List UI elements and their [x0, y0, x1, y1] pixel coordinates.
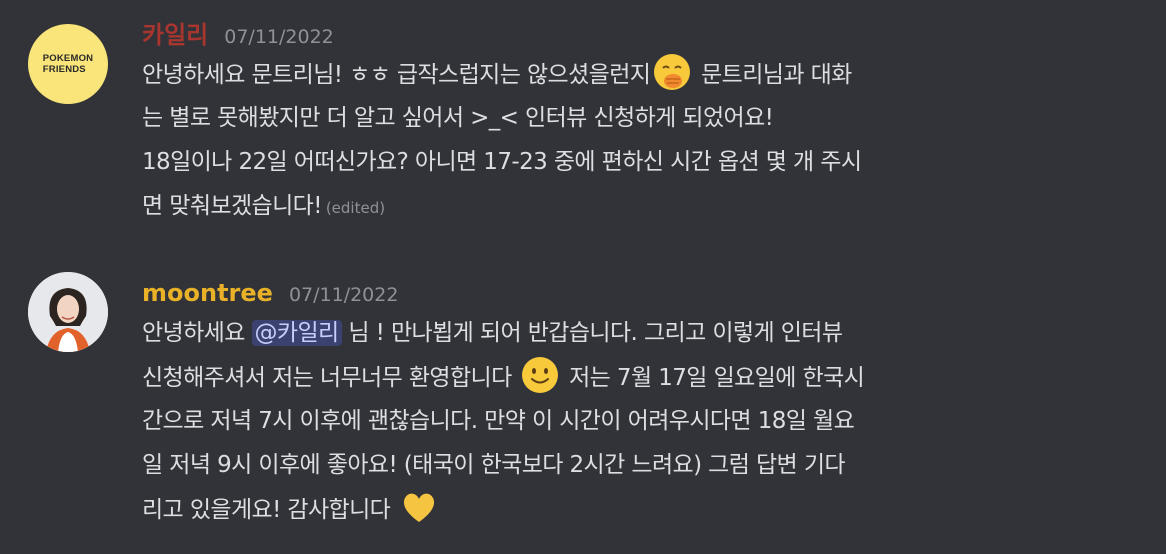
message-line: 안녕하세요 @카일리 님 ! 만나뵙게 되어 반갑습니다. 그리고 이렇게 인터…	[142, 311, 1142, 355]
chat-log: POKEMON FRIENDS 카일리 07/11/2022 안녕하세요 문트리…	[0, 0, 1166, 554]
message-body: 안녕하세요 문트리님! ㅎㅎ 급작스럽지는 않으셨을런지 문트리님과 대화 는 …	[142, 52, 1142, 228]
message-line: 리고 있을게요! 감사합니다	[142, 487, 1142, 531]
message-header: moontree 07/11/2022	[142, 279, 398, 309]
message-line: 는 별로 못해봤지만 더 알고 싶어서 >_< 인터뷰 신청하게 되었어요!	[142, 105, 774, 131]
message-text: 면 맞춰보겠습니다!	[142, 193, 322, 219]
edited-label: (edited)	[325, 199, 386, 217]
message-text: 님 ! 만나뵙게 되어 반갑습니다. 그리고 이렇게 인터뷰	[348, 320, 843, 346]
avatar-kailli[interactable]: POKEMON FRIENDS	[28, 24, 108, 104]
timestamp[interactable]: 07/11/2022	[289, 284, 399, 306]
slightly-smiling-face-icon	[520, 355, 560, 395]
message-line: 신청해주셔서 저는 너무너무 환영합니다 저는 7월 17일 일요일에 한국시	[142, 355, 1142, 399]
message-text: 안녕하세요 문트리님! ㅎㅎ 급작스럽지는 않으셨을런지	[142, 62, 651, 88]
message-line: 18일이나 22일 어떠신가요? 아니면 17-23 중에 편하신 시간 옵션 …	[142, 149, 862, 175]
message-line: 안녕하세요 문트리님! ㅎㅎ 급작스럽지는 않으셨을런지 문트리님과 대화	[142, 52, 1142, 96]
message-text: 리고 있을게요! 감사합니다	[142, 497, 391, 523]
message-line: 일 저녁 9시 이후에 좋아요! (태국이 한국보다 2시간 느려요) 그럼 답…	[142, 452, 846, 478]
username[interactable]: moontree	[142, 279, 273, 307]
message-text: 저는 7월 17일 일요일에 한국시	[569, 365, 865, 391]
message-body: 안녕하세요 @카일리 님 ! 만나뵙게 되어 반갑습니다. 그리고 이렇게 인터…	[142, 311, 1142, 531]
avatar-photo-icon	[28, 272, 108, 352]
message-line: 면 맞춰보겠습니다! (edited)	[142, 184, 1142, 228]
message-line: 간으로 저녁 7시 이후에 괜찮습니다. 만약 이 시간이 어려우시다면 18일…	[142, 408, 855, 434]
face-with-hand-over-mouth-icon	[652, 52, 692, 92]
yellow-heart-icon	[399, 487, 439, 527]
message-text: 문트리님과 대화	[701, 62, 852, 88]
avatar-moontree[interactable]	[28, 272, 108, 352]
message-text: 신청해주셔서 저는 너무너무 환영합니다	[142, 365, 512, 391]
message-header: 카일리 07/11/2022	[142, 15, 334, 49]
user-mention[interactable]: @카일리	[251, 320, 342, 346]
pokemon-friends-logo: POKEMON FRIENDS	[42, 53, 94, 75]
username[interactable]: 카일리	[142, 15, 208, 50]
message-text: 안녕하세요	[142, 320, 245, 346]
timestamp[interactable]: 07/11/2022	[224, 26, 334, 48]
